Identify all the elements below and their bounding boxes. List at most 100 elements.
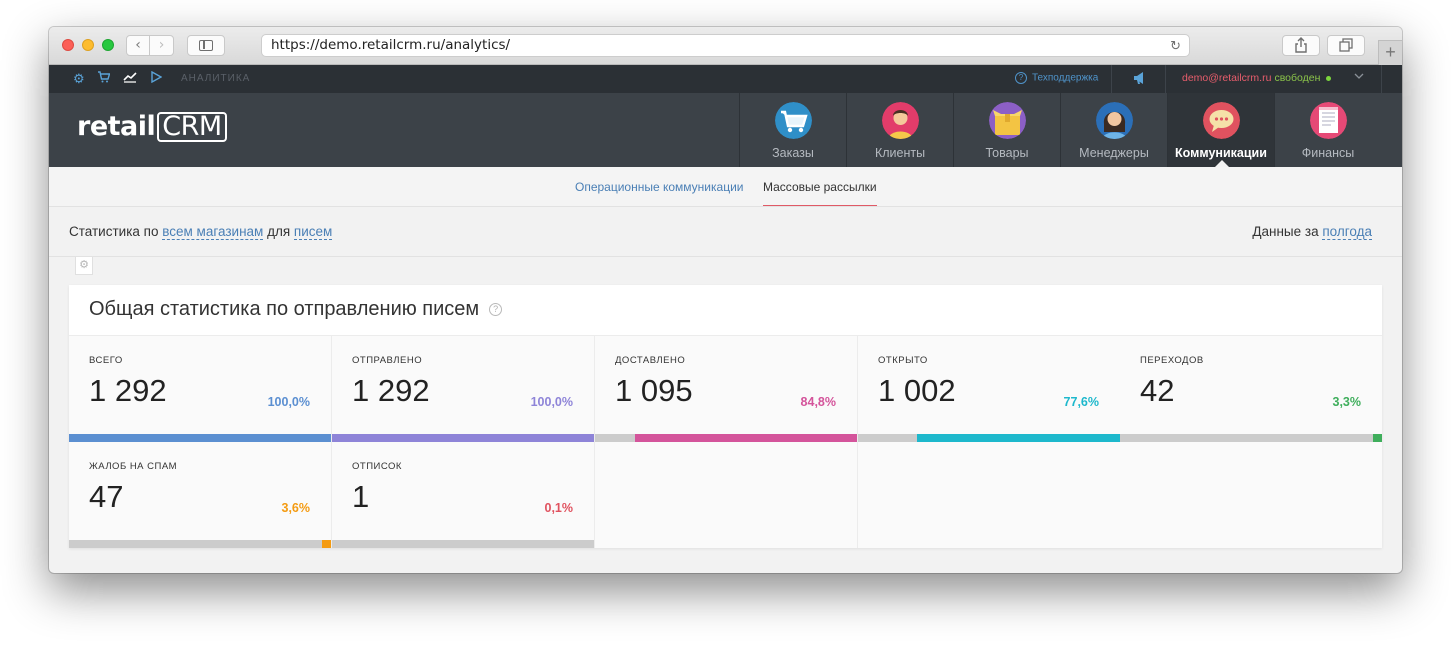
card-title-text: Общая статистика по отправлению писем <box>89 298 480 320</box>
progress-bar-fill <box>634 434 857 442</box>
progress-bar <box>858 434 1120 442</box>
stat-cell-opened: ОТКРЫТО 1 002 77,6% <box>858 336 1121 442</box>
progress-bar <box>332 540 594 548</box>
empty-cell <box>1120 442 1382 548</box>
plus-icon: + <box>1385 42 1396 62</box>
stat-percent: 84,8% <box>800 395 836 409</box>
progress-bar <box>1120 434 1382 442</box>
stat-value: 1 292 <box>89 373 167 408</box>
orders-cart-icon <box>775 102 812 139</box>
new-tab-button[interactable]: + <box>1378 40 1402 65</box>
tabs-icon <box>1339 38 1353 52</box>
divider <box>1381 65 1382 93</box>
filter-for: для <box>267 224 291 239</box>
user-menu[interactable]: demo@retailcrm.ru свободен <box>1182 72 1332 84</box>
stat-percent: 77,6% <box>1063 395 1099 409</box>
progress-bar-fill <box>332 434 594 442</box>
module-communications[interactable]: Коммуникации <box>1167 93 1274 167</box>
module-label: Коммуникации <box>1175 146 1267 160</box>
stat-value: 1 292 <box>352 373 430 408</box>
reload-icon[interactable]: ↻ <box>1170 36 1181 57</box>
minimize-window-button[interactable] <box>82 39 94 51</box>
module-finance[interactable]: Финансы <box>1274 93 1381 167</box>
stat-label: ДОСТАВЛЕНО <box>615 355 686 366</box>
stat-value: 42 <box>1140 373 1175 408</box>
period-prefix: Данные за <box>1252 224 1319 239</box>
shops-filter-link[interactable]: всем магазинам <box>162 224 264 240</box>
analytics-chart-icon[interactable] <box>123 71 137 87</box>
widget-settings-gear-icon[interactable]: ⚙ <box>75 257 93 275</box>
stat-label: ВСЕГО <box>89 355 123 366</box>
module-clients[interactable]: Клиенты <box>846 93 953 167</box>
settings-gear-icon[interactable]: ⚙ <box>73 71 85 87</box>
module-label: Заказы <box>772 146 814 160</box>
module-label: Финансы <box>1301 146 1355 160</box>
share-button[interactable] <box>1282 35 1320 56</box>
stat-value: 1 095 <box>615 373 693 408</box>
divider <box>1111 65 1112 93</box>
share-icon <box>1295 37 1307 53</box>
help-icon: ? <box>1015 72 1027 84</box>
divider <box>1165 65 1166 93</box>
stat-label: ЖАЛОБ НА СПАМ <box>89 461 178 472</box>
chevron-down-icon[interactable] <box>1354 70 1364 85</box>
module-orders[interactable]: Заказы <box>739 93 846 167</box>
tab-mass-mailings[interactable]: Массовые рассылки <box>763 180 877 194</box>
stat-percent: 3,3% <box>1332 395 1362 409</box>
progress-bar-fill <box>321 540 331 548</box>
progress-bar-fill <box>1373 434 1382 442</box>
progress-bar <box>595 434 857 442</box>
email-statistics-card: Общая статистика по отправлению писем? В… <box>69 285 1382 548</box>
help-icon[interactable]: ? <box>489 303 503 317</box>
progress-bar <box>69 434 331 442</box>
manager-avatar-icon <box>1096 102 1133 139</box>
stat-percent: 0,1% <box>544 501 574 515</box>
empty-cell <box>595 442 858 548</box>
stat-cell-clicks: ПЕРЕХОДОВ 42 3,3% <box>1120 336 1382 442</box>
cart-icon[interactable] <box>98 71 111 87</box>
stat-percent: 100,0% <box>267 395 310 409</box>
divider <box>49 256 1402 257</box>
retailcrm-logo[interactable]: retail CRM <box>77 111 227 142</box>
progress-bar <box>69 540 331 548</box>
play-triangle-icon[interactable] <box>150 70 163 87</box>
tabs-overview-button[interactable] <box>1327 35 1365 56</box>
active-tab-indicator <box>763 205 877 206</box>
stat-percent: 3,6% <box>281 501 311 515</box>
stat-value: 1 002 <box>878 373 956 408</box>
subnav: Операционные коммуникации Массовые рассы… <box>49 167 1402 207</box>
module-label: Клиенты <box>874 146 926 160</box>
close-window-button[interactable] <box>62 39 74 51</box>
support-link[interactable]: ? Техподдержка <box>1015 72 1098 84</box>
period-filter-link[interactable]: полгода <box>1322 224 1372 240</box>
period-filter-line: Данные за полгода <box>1252 224 1372 240</box>
tab-operational-communications[interactable]: Операционные коммуникации <box>575 180 743 194</box>
megaphone-icon[interactable] <box>1132 70 1148 86</box>
stat-label: ОТКРЫТО <box>878 355 928 366</box>
sidebar-toggle-button[interactable] <box>187 35 225 56</box>
filter-prefix: Статистика по <box>69 224 159 239</box>
client-avatar-icon <box>882 102 919 139</box>
module-managers[interactable]: Менеджеры <box>1060 93 1167 167</box>
progress-bar-fill <box>916 434 1120 442</box>
module-label: Менеджеры <box>1079 146 1149 160</box>
forward-button[interactable]: › <box>150 35 174 56</box>
address-bar[interactable]: https://demo.retailcrm.ru/analytics/ ↻ <box>261 34 1190 57</box>
zoom-window-button[interactable] <box>102 39 114 51</box>
url-text: https://demo.retailcrm.ru/analytics/ <box>271 37 511 53</box>
stat-label: ОТПИСОК <box>352 461 402 472</box>
stat-cell-unsubscribes: ОТПИСОК 1 0,1% <box>332 442 595 548</box>
module-products[interactable]: Товары <box>953 93 1060 167</box>
user-email: demo@retailcrm.ru <box>1182 72 1272 84</box>
stat-cell-spam-complaints: ЖАЛОБ НА СПАМ 47 3,6% <box>69 442 332 548</box>
channel-filter-link[interactable]: писем <box>293 224 333 240</box>
crm-topbar: ⚙ АНАЛИТИКА ? Техподдержка demo@retailcrm… <box>49 65 1402 93</box>
stat-label: ОТПРАВЛЕНО <box>352 355 423 366</box>
stat-cell-delivered: ДОСТАВЛЕНО 1 095 84,8% <box>595 336 858 442</box>
online-status-dot <box>1326 75 1332 81</box>
logo-text: retail <box>77 111 156 142</box>
stat-cell-total: ВСЕГО 1 292 100,0% <box>69 336 332 442</box>
back-button[interactable]: ‹ <box>126 35 150 56</box>
sidebar-icon <box>199 40 213 51</box>
user-status: свободен <box>1274 72 1321 84</box>
